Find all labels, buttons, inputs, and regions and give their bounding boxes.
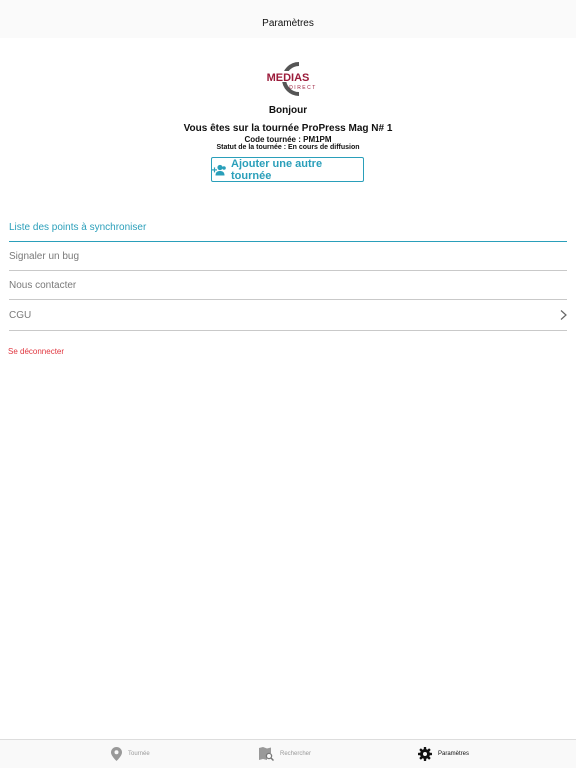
- tour-code-text: Code tournée : PM1PM: [244, 135, 332, 144]
- add-tour-label: Ajouter une autre tournée: [231, 157, 323, 182]
- chevron-right-icon: [560, 310, 567, 321]
- menu-item-label: Liste des points à synchroniser: [9, 221, 147, 233]
- medias-direct-logo: MEDIAS DIRECT: [255, 60, 321, 98]
- tab-label: Tournée: [128, 751, 150, 757]
- menu-item-label: Nous contacter: [9, 279, 77, 291]
- current-tour-text: Vous êtes sur la tournée ProPress Mag N#…: [183, 123, 393, 134]
- tab-bar: Tournée Rechercher Paramètres: [0, 739, 576, 768]
- menu-item-label: CGU: [9, 309, 32, 321]
- greeting-text: Bonjour: [268, 105, 308, 116]
- map-pin-icon: [111, 747, 122, 761]
- tab-parametres[interactable]: Paramètres: [418, 740, 469, 768]
- gear-icon: [418, 747, 432, 761]
- tour-status-text: Statut de la tournée : En cours de diffu…: [216, 144, 360, 151]
- tab-label: Paramètres: [438, 751, 470, 757]
- add-group-icon: [212, 164, 226, 176]
- tab-label: Rechercher: [280, 751, 312, 757]
- tab-rechercher[interactable]: Rechercher: [259, 740, 311, 768]
- menu-item-label: Signaler un bug: [9, 250, 80, 262]
- menu-item-sync-list[interactable]: Liste des points à synchroniser: [9, 213, 567, 242]
- tab-tournee[interactable]: Tournée: [111, 740, 150, 768]
- page-title: Paramètres: [262, 18, 314, 29]
- svg-text:MEDIAS: MEDIAS: [267, 72, 310, 84]
- settings-menu: Liste des points à synchroniser Signaler…: [9, 213, 567, 331]
- logout-link[interactable]: Se déconnecter: [8, 347, 64, 356]
- logo-image: MEDIAS DIRECT: [257, 62, 319, 96]
- svg-text:DIRECT: DIRECT: [289, 85, 317, 91]
- add-tour-button[interactable]: Ajouter une autre tournée: [211, 157, 364, 182]
- menu-item-report-bug[interactable]: Signaler un bug: [9, 242, 567, 271]
- nav-header: Paramètres: [0, 0, 576, 38]
- menu-item-contact[interactable]: Nous contacter: [9, 271, 567, 300]
- menu-item-cgu[interactable]: CGU: [9, 300, 567, 331]
- map-search-icon: [259, 747, 274, 761]
